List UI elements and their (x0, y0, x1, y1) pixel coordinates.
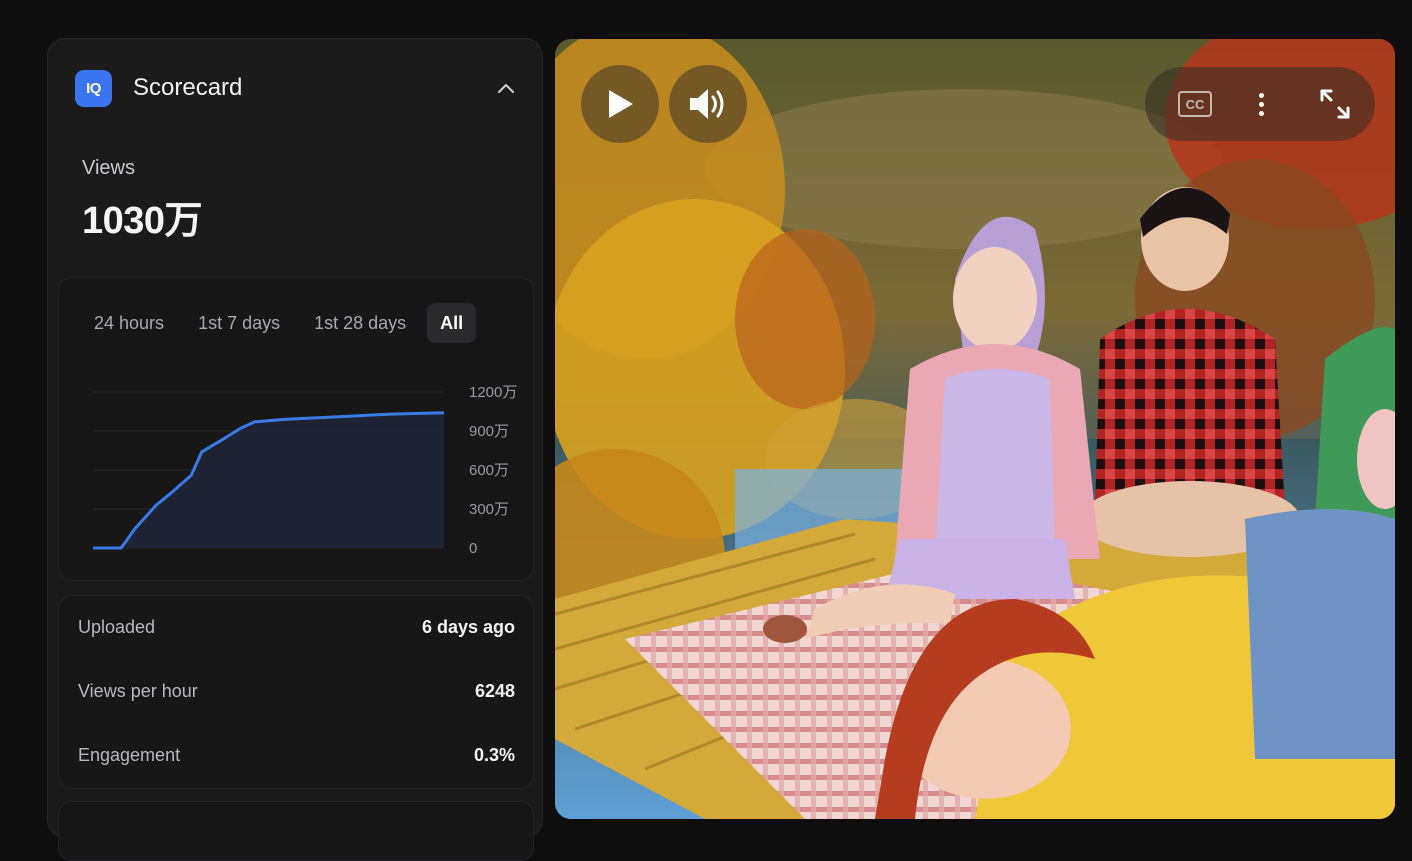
views-label: Views (82, 157, 135, 179)
app-logo: IQ (75, 69, 112, 107)
scorecard-title: Scorecard (133, 74, 243, 101)
captions-button[interactable]: CC (1165, 67, 1225, 141)
video-player[interactable]: CC (555, 39, 1395, 819)
chevron-up-icon (498, 84, 514, 93)
more-vertical-icon (1258, 91, 1264, 118)
stat-row-uploaded: Uploaded 6 days ago (78, 612, 515, 642)
y-tick-label: 0 (469, 540, 477, 557)
fullscreen-icon (1320, 89, 1350, 119)
stat-row-views-per-hour: Views per hour 6248 (78, 676, 515, 706)
stat-value: 0.3% (473, 744, 515, 765)
stat-row-engagement: Engagement 0.3% (78, 740, 515, 770)
y-tick-label: 600万 (469, 462, 509, 479)
stat-label: Engagement (78, 744, 181, 765)
stat-value: 6 days ago (421, 616, 515, 637)
stat-value: 6248 (474, 680, 515, 701)
play-icon (609, 90, 633, 118)
next-card (58, 801, 534, 861)
more-options-button[interactable] (1241, 67, 1281, 141)
y-tick-label: 1200万 (469, 384, 517, 401)
collapse-button[interactable] (494, 76, 518, 100)
y-tick-label: 900万 (469, 423, 509, 440)
views-value: 1030万 (82, 200, 203, 242)
stat-label: Uploaded (78, 616, 156, 637)
stat-label: Views per hour (78, 680, 198, 701)
views-area (93, 412, 444, 548)
scorecard-header: IQ Scorecard (75, 69, 518, 107)
views-chart-card: 24 hours 1st 7 days 1st 28 days All 0 300… (58, 277, 534, 581)
video-frame (555, 39, 1395, 819)
volume-button[interactable] (669, 65, 747, 143)
play-button[interactable] (581, 65, 659, 143)
scorecard-panel: IQ Scorecard Views 1030万 24 hours 1st 7 … (47, 38, 543, 861)
captions-icon: CC (1178, 91, 1212, 117)
stats-card: Uploaded 6 days ago Views per hour 6248 … (58, 595, 534, 789)
y-tick-label: 300万 (469, 501, 509, 518)
player-toolbar: CC (1145, 67, 1375, 141)
volume-icon (690, 89, 724, 119)
fullscreen-button[interactable] (1305, 67, 1365, 141)
views-chart: 0 300万 600万 900万 1200万 (93, 384, 517, 557)
